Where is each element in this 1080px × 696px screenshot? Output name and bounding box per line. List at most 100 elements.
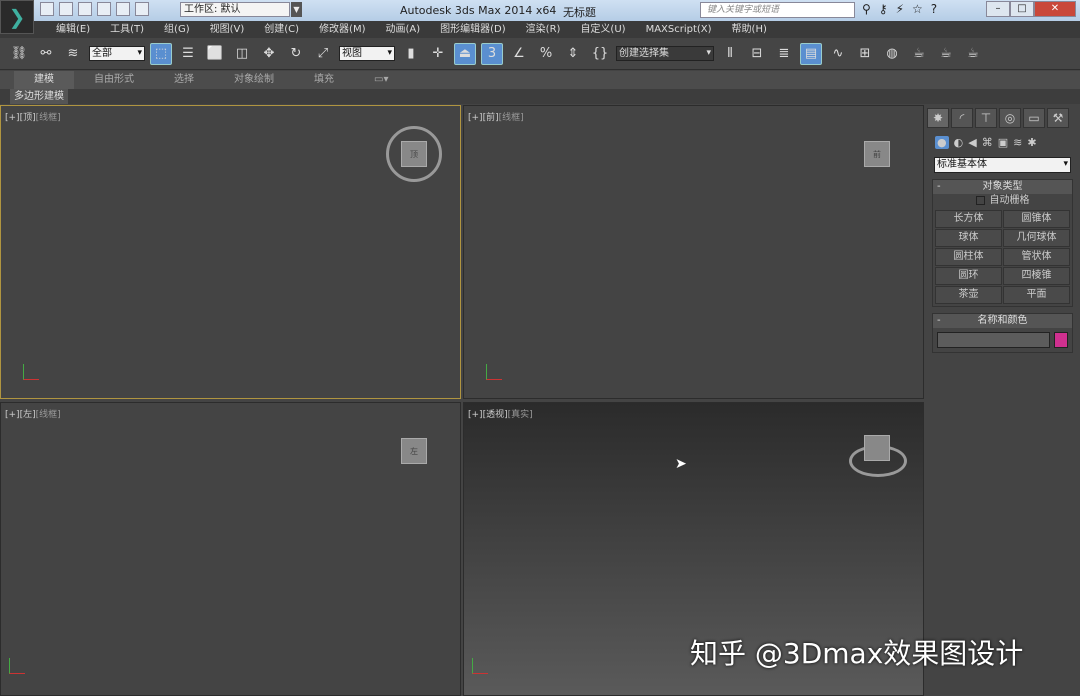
menu-rendering[interactable]: 渲染(R): [516, 21, 571, 38]
link-icon[interactable]: ⛓: [8, 43, 30, 65]
menu-modifiers[interactable]: 修改器(M): [309, 21, 375, 38]
utilities-tab-icon[interactable]: ⚒: [1047, 108, 1069, 128]
plane-button[interactable]: 平面: [1003, 286, 1070, 304]
named-selection-dropdown[interactable]: 创建选择集: [616, 46, 714, 61]
star-icon[interactable]: ☆: [912, 2, 923, 16]
geometry-icon[interactable]: ●: [935, 136, 949, 149]
ribbon-options-icon[interactable]: ▭▾: [354, 71, 408, 89]
create-tab-icon[interactable]: ✸: [927, 108, 949, 128]
viewport-label[interactable]: [+][顶][线框]: [5, 110, 61, 123]
menu-customize[interactable]: 自定义(U): [570, 21, 635, 38]
workspace-dropdown[interactable]: 工作区: 默认: [180, 2, 290, 17]
angle-snap-icon[interactable]: ∠: [508, 43, 530, 65]
viewcube[interactable]: 左: [401, 438, 427, 464]
maximize-button[interactable]: □: [1010, 1, 1034, 17]
box-button[interactable]: 长方体: [935, 210, 1002, 228]
viewport-label[interactable]: [+][左][线框]: [5, 407, 61, 420]
save-icon[interactable]: [78, 2, 92, 16]
move-icon[interactable]: ✥: [258, 43, 280, 65]
helpers-icon[interactable]: ▣: [998, 136, 1008, 149]
manipulate-icon[interactable]: ✛: [427, 43, 449, 65]
redo-icon[interactable]: [116, 2, 130, 16]
hierarchy-tab-icon[interactable]: ⊤: [975, 108, 997, 128]
category-dropdown[interactable]: 标准基本体: [934, 157, 1071, 173]
reference-coord-dropdown[interactable]: 视图: [339, 46, 395, 61]
menu-views[interactable]: 视图(V): [200, 21, 255, 38]
workspace-arrow[interactable]: ▼: [291, 2, 302, 17]
rect-selection-icon[interactable]: ⬜: [204, 43, 226, 65]
viewport-front[interactable]: [+][前][线框] 前: [463, 105, 924, 399]
autogrid-checkbox[interactable]: 自动栅格: [933, 194, 1072, 208]
viewport-top[interactable]: [+][顶][线框] 顶: [0, 105, 461, 399]
close-button[interactable]: ✕: [1034, 1, 1076, 17]
cone-button[interactable]: 圆锥体: [1003, 210, 1070, 228]
layer-manager-icon[interactable]: ≣: [773, 43, 795, 65]
undo-icon[interactable]: [97, 2, 111, 16]
object-name-input[interactable]: [937, 332, 1050, 348]
mirror-icon[interactable]: ⫴: [719, 43, 741, 65]
align-icon[interactable]: ⊟: [746, 43, 768, 65]
menu-create[interactable]: 创建(C): [254, 21, 309, 38]
motion-tab-icon[interactable]: ◎: [999, 108, 1021, 128]
polygon-modeling-label[interactable]: 多边形建模: [10, 89, 68, 104]
menu-group[interactable]: 组(G): [154, 21, 200, 38]
rollout-header[interactable]: 名称和颜色: [933, 314, 1072, 328]
tab-selection[interactable]: 选择: [154, 71, 214, 89]
tab-freeform[interactable]: 自由形式: [74, 71, 154, 89]
menu-animation[interactable]: 动画(A): [376, 21, 431, 38]
project-icon[interactable]: [135, 2, 149, 16]
rollout-header[interactable]: 对象类型: [933, 180, 1072, 194]
menu-edit[interactable]: 编辑(E): [46, 21, 100, 38]
material-editor-icon[interactable]: ◍: [881, 43, 903, 65]
menu-tools[interactable]: 工具(T): [100, 21, 154, 38]
scale-icon[interactable]: ⤢: [312, 43, 334, 65]
bind-spacewarp-icon[interactable]: ≋: [62, 43, 84, 65]
viewcube[interactable]: 顶: [401, 141, 427, 167]
curve-editor-icon[interactable]: ∿: [827, 43, 849, 65]
open-icon[interactable]: [59, 2, 73, 16]
menu-help[interactable]: 帮助(H): [722, 21, 777, 38]
shapes-icon[interactable]: ◐: [954, 136, 964, 149]
tab-object-paint[interactable]: 对象绘制: [214, 71, 294, 89]
search-input[interactable]: 键入关键字或短语: [700, 2, 855, 18]
key-icon[interactable]: ⚷: [879, 2, 888, 16]
render-production-icon[interactable]: ☕: [962, 43, 984, 65]
unlink-icon[interactable]: ⚯: [35, 43, 57, 65]
keyboard-shortcut-icon[interactable]: ⏏: [454, 42, 476, 65]
torus-button[interactable]: 圆环: [935, 267, 1002, 285]
tab-modeling[interactable]: 建模: [14, 71, 74, 89]
minimize-button[interactable]: –: [986, 1, 1010, 17]
pyramid-button[interactable]: 四棱锥: [1003, 267, 1070, 285]
color-swatch[interactable]: [1054, 332, 1068, 348]
app-logo-button[interactable]: ❯: [0, 0, 34, 34]
ribbon-toggle-icon[interactable]: ▤: [800, 42, 822, 65]
sphere-button[interactable]: 球体: [935, 229, 1002, 247]
rendered-frame-icon[interactable]: ☕: [935, 43, 957, 65]
schematic-view-icon[interactable]: ⊞: [854, 43, 876, 65]
help-icon[interactable]: ?: [931, 2, 937, 16]
spacewarps-icon[interactable]: ≋: [1013, 136, 1022, 149]
spinner-snap-icon[interactable]: ⇕: [562, 43, 584, 65]
window-crossing-icon[interactable]: ◫: [231, 43, 253, 65]
menu-maxscript[interactable]: MAXScript(X): [636, 21, 722, 38]
geosphere-button[interactable]: 几何球体: [1003, 229, 1070, 247]
display-tab-icon[interactable]: ▭: [1023, 108, 1045, 128]
tab-populate[interactable]: 填充: [294, 71, 354, 89]
render-setup-icon[interactable]: ☕: [908, 43, 930, 65]
lights-icon[interactable]: ◀: [968, 136, 976, 149]
viewport-left[interactable]: [+][左][线框] 左: [0, 402, 461, 696]
menu-graph-editors[interactable]: 图形编辑器(D): [430, 21, 516, 38]
snap-3d-icon[interactable]: 3: [481, 42, 503, 65]
rotate-icon[interactable]: ↻: [285, 43, 307, 65]
viewport-label[interactable]: [+][前][线框]: [468, 110, 524, 123]
cylinder-button[interactable]: 圆柱体: [935, 248, 1002, 266]
teapot-button[interactable]: 茶壶: [935, 286, 1002, 304]
viewcube[interactable]: 前: [864, 141, 890, 167]
pivot-center-icon[interactable]: ▮: [400, 43, 422, 65]
satellite-icon[interactable]: ⚡: [896, 2, 904, 16]
edit-named-sets-icon[interactable]: {}: [589, 43, 611, 65]
tube-button[interactable]: 管状体: [1003, 248, 1070, 266]
select-by-name-icon[interactable]: ☰: [177, 43, 199, 65]
systems-icon[interactable]: ✱: [1027, 136, 1036, 149]
viewport-label[interactable]: [+][透视][真实]: [468, 407, 533, 420]
